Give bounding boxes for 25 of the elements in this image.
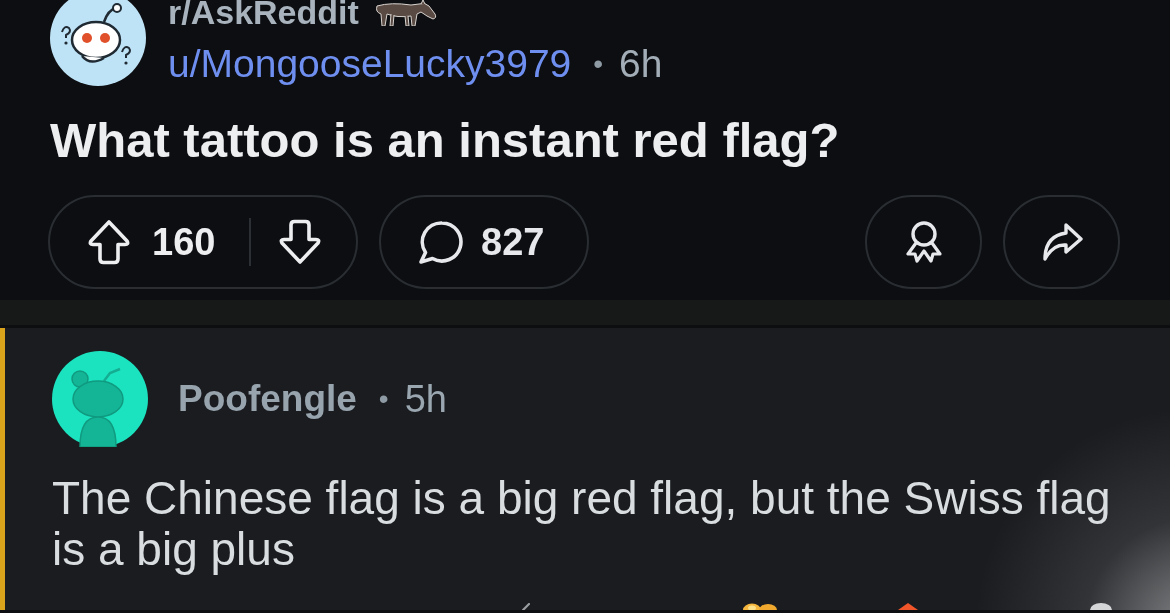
triangle-icon <box>898 603 918 610</box>
blob-icon <box>742 603 778 610</box>
comments-button[interactable]: 827 <box>379 195 589 289</box>
separator-dot: • <box>593 47 604 81</box>
down-arrow-icon <box>279 219 322 265</box>
subreddit-link[interactable]: r/AskReddit <box>168 0 359 24</box>
comment-body: The Chinese flag is a big red flag, but the Swiss flag is a big plus <box>52 473 1112 575</box>
avatar-icon <box>50 0 146 86</box>
post-title: What tattoo is an instant red flag? <box>50 113 841 167</box>
post-age: 6h <box>619 44 663 84</box>
slash-icon <box>522 603 530 610</box>
upvote-button[interactable] <box>88 219 130 265</box>
vote-count: 160 <box>152 220 216 264</box>
comment-age: 5h <box>404 376 447 422</box>
chat-bubble-icon <box>417 218 464 266</box>
comment-author[interactable]: Poofengle <box>178 371 357 427</box>
award-button[interactable] <box>865 195 982 289</box>
award-icon <box>903 219 944 265</box>
downvote-button[interactable] <box>279 219 322 265</box>
separator-dot: • <box>378 382 389 416</box>
share-icon <box>1040 222 1083 262</box>
user-avatar-icon <box>52 351 148 447</box>
username-link[interactable]: u/MongooseLucky3979 <box>168 44 572 84</box>
up-arrow-icon <box>88 219 130 265</box>
share-button[interactable] <box>1003 195 1120 289</box>
